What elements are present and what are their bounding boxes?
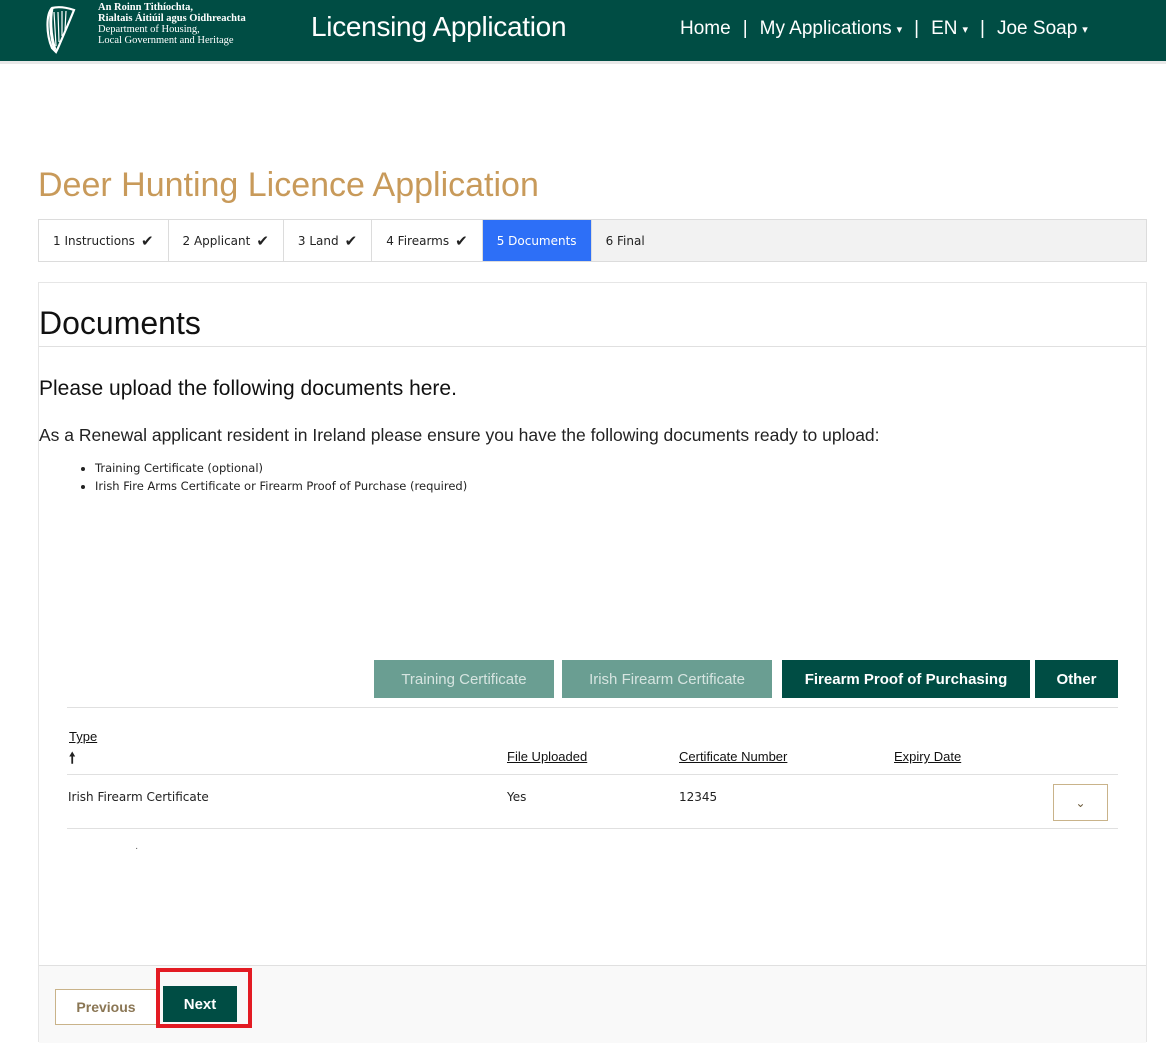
- nav-my-applications-dropdown[interactable]: My Applications ▾: [760, 18, 903, 40]
- department-line: An Roinn Tithíochta,: [98, 2, 194, 13]
- table-row: Irish Firearm Certificate Yes 12345 ⌄: [67, 775, 1118, 829]
- chevron-down-icon: ⌄: [1075, 795, 1086, 810]
- nav-my-applications-label: My Applications: [759, 18, 892, 39]
- step-firearms[interactable]: 4 Firearms ✔: [372, 220, 483, 261]
- column-header-expiry-date[interactable]: Expiry Date: [894, 749, 961, 764]
- table-footer-space: ·: [67, 829, 1118, 859]
- caret-down-icon: ▾: [896, 24, 903, 36]
- page-title: Deer Hunting Licence Application: [38, 166, 539, 204]
- previous-button[interactable]: Previous: [55, 989, 157, 1025]
- nav-language-dropdown[interactable]: EN ▾: [931, 18, 968, 40]
- nav-user-dropdown[interactable]: Joe Soap ▾: [997, 18, 1088, 40]
- panel-footer: Previous Next: [39, 965, 1146, 1043]
- row-expand-button[interactable]: ⌄: [1053, 784, 1108, 821]
- required-documents-list: Training Certificate (optional) Irish Fi…: [75, 459, 467, 495]
- caret-down-icon: ▾: [1082, 24, 1088, 36]
- step-label: 2 Applicant: [182, 233, 251, 248]
- top-navigation-bar: An Roinn Tithíochta, Rialtais Áitiúil ag…: [0, 0, 1166, 64]
- upload-other-button[interactable]: Other: [1035, 660, 1118, 698]
- main-nav: Home | My Applications ▾ | EN ▾ | Joe Soap…: [680, 18, 1088, 40]
- check-icon: ✔: [140, 231, 154, 250]
- column-header-type[interactable]: Type: [69, 729, 97, 744]
- nav-separator: |: [980, 18, 985, 39]
- documents-table: Type 🠕 File Uploaded Certificate Number …: [67, 707, 1118, 859]
- nav-user-label: Joe Soap: [996, 18, 1078, 39]
- harp-icon: [46, 6, 76, 54]
- step-label: 3 Land: [297, 233, 339, 248]
- panel-title: Documents: [39, 305, 201, 341]
- upload-training-certificate-button[interactable]: Training Certificate: [374, 660, 554, 698]
- list-item: Training Certificate (optional): [95, 459, 467, 477]
- cell-certificate-number: 12345: [679, 790, 718, 804]
- nav-separator: |: [742, 18, 748, 39]
- step-applicant[interactable]: 2 Applicant ✔: [168, 220, 284, 261]
- step-documents[interactable]: 5 Documents: [482, 220, 592, 261]
- department-line: Rialtais Áitiúil agus Oidhreachta: [98, 13, 246, 24]
- app-title: Licensing Application: [311, 11, 567, 42]
- column-header-file-uploaded[interactable]: File Uploaded: [507, 749, 587, 764]
- nav-separator: |: [914, 18, 920, 39]
- upload-irish-firearm-certificate-button[interactable]: Irish Firearm Certificate: [562, 660, 772, 698]
- step-instructions[interactable]: 1 Instructions ✔: [39, 220, 169, 261]
- check-icon: ✔: [455, 231, 468, 250]
- check-icon: ✔: [256, 231, 269, 250]
- department-line: Department of Housing,: [98, 24, 200, 35]
- renewal-notice: As a Renewal applicant resident in Irela…: [39, 425, 880, 445]
- next-button[interactable]: Next: [163, 986, 237, 1022]
- upload-instructions: Please upload the following documents he…: [39, 377, 457, 400]
- sort-up-arrow-icon[interactable]: 🠕: [69, 748, 75, 773]
- documents-panel: Documents Please upload the following do…: [38, 282, 1147, 1043]
- wizard-steps: 1 Instructions ✔ 2 Applicant ✔ 3 Land ✔ 4 F…: [38, 219, 1147, 262]
- list-item: Irish Fire Arms Certificate or Firearm P…: [95, 477, 467, 495]
- panel-header: Documents: [39, 283, 1146, 347]
- department-name: An Roinn Tithíochta, Rialtais Áitiúil ag…: [98, 2, 246, 46]
- step-land[interactable]: 3 Land ✔: [283, 220, 373, 261]
- table-header: Type 🠕 File Uploaded Certificate Number …: [67, 707, 1118, 775]
- step-label: 1 Instructions: [53, 233, 135, 248]
- cell-type: Irish Firearm Certificate: [68, 790, 209, 804]
- step-final[interactable]: 6 Final: [592, 220, 659, 261]
- upload-firearm-proof-button[interactable]: Firearm Proof of Purchasing: [782, 660, 1030, 698]
- nav-home-link[interactable]: Home: [680, 18, 731, 40]
- cell-file-uploaded: Yes: [507, 790, 527, 804]
- step-label: 4 Firearms: [386, 233, 450, 248]
- nav-language-label: EN: [931, 18, 958, 39]
- trailing-dot: ·: [135, 843, 139, 854]
- check-icon: ✔: [344, 231, 358, 250]
- caret-down-icon: ▾: [962, 24, 969, 36]
- step-label: 5 Documents: [496, 233, 577, 248]
- column-header-certificate-number[interactable]: Certificate Number: [679, 749, 787, 764]
- step-label: 6 Final: [605, 233, 645, 248]
- department-line: Local Government and Heritage: [98, 35, 234, 46]
